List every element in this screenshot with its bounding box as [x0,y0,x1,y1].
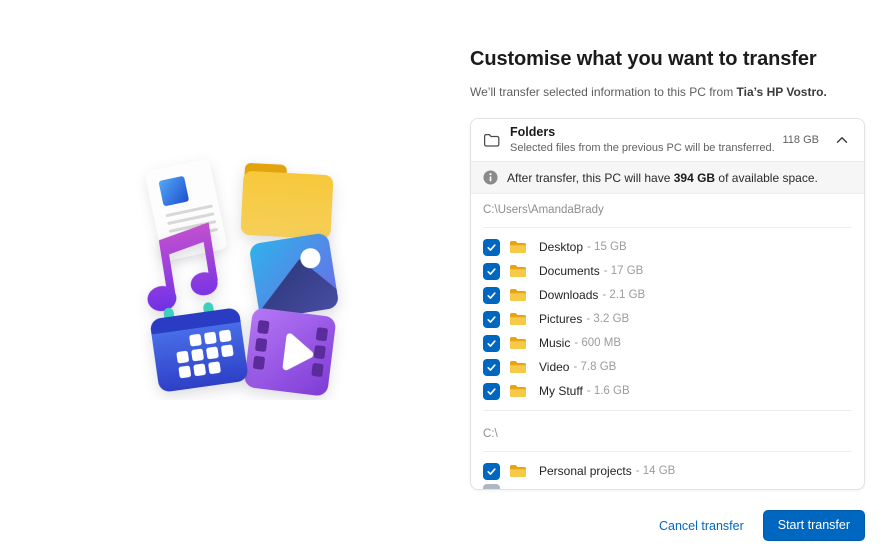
path-label: C:\Users\AmandaBrady [483,204,604,216]
folders-panel: Folders Selected files from the previous… [470,118,865,490]
folder-size: - 14 GB [635,465,676,477]
clipped-checkbox [483,484,500,489]
folder-item-row[interactable]: Video - 7.8 GB [483,355,852,379]
category-size: 118 GB [782,134,820,146]
chevron-up-icon[interactable] [836,136,848,144]
folder-name: Pictures [539,312,583,326]
folder-checkbox[interactable] [483,462,500,480]
page-title: Customise what you want to transfer [470,48,817,70]
folder-name: Personal projects [539,464,632,478]
folder-checkbox[interactable] [483,382,500,400]
folder-item-row[interactable]: Music - 600 MB [483,331,852,355]
calendar-icon [149,302,248,392]
folder-checkbox[interactable] [483,310,500,328]
transfer-illustration [145,159,340,396]
folder-item-row[interactable]: My Stuff - 1.6 GB [483,379,852,403]
folder-size: - 2.1 GB [602,289,646,301]
folder-icon [509,464,527,478]
category-text: Folders Selected files from the previous… [510,125,775,155]
subtitle-text: We’ll transfer selected information to t… [470,85,737,99]
folder-name: Music [539,336,571,350]
transfer-settings-column: Customise what you want to transfer We’l… [470,0,865,541]
category-description: Selected files from the previous PC will… [510,142,775,154]
folder-checkbox[interactable] [483,286,500,304]
folder-icon [509,240,527,254]
folders-panel-body: C:\Users\AmandaBrady Desktop - 15 GB Doc… [471,194,864,489]
category-title: Folders [510,125,556,139]
photos-icon [250,233,340,320]
folder-icon [509,288,527,302]
folder-icon [509,264,527,278]
folder-name: My Stuff [539,384,583,398]
video-icon [244,308,336,396]
source-pc-name: Tia’s HP Vostro. [736,85,827,99]
folder-icon [240,163,334,239]
folder-item-row[interactable]: Personal projects - 14 GB [483,459,852,483]
folder-item-row[interactable]: Documents - 17 GB [483,259,852,283]
folder-item-row[interactable]: Downloads - 2.1 GB [483,283,852,307]
folder-icon [509,384,527,398]
start-transfer-button[interactable]: Start transfer [762,510,865,541]
folder-icon [509,336,527,350]
divider [483,451,852,452]
folder-outline-icon [483,133,500,148]
space-notice-text: After transfer, this PC will have 394 GB… [507,170,818,185]
folder-name: Desktop [539,240,584,254]
folder-item-row[interactable]: Pictures - 3.2 GB [483,307,852,331]
divider [483,410,852,411]
transfer-dialog: Customise what you want to transfer We’l… [0,0,887,558]
folder-name: Downloads [539,288,599,302]
folder-size: - 1.6 GB [586,385,630,397]
folders-list: C:\Users\AmandaBrady Desktop - 15 GB Doc… [483,194,852,483]
folder-size: - 17 GB [603,265,644,277]
music-note-icon [147,222,218,312]
divider [483,227,852,228]
folder-name: Documents [539,264,600,278]
space-notice: After transfer, this PC will have 394 GB… [471,161,864,194]
folder-name: Video [539,360,570,374]
folder-size: - 7.8 GB [573,361,617,373]
folder-checkbox[interactable] [483,334,500,352]
folder-checkbox[interactable] [483,262,500,280]
folder-size: - 600 MB [574,337,622,349]
clipped-next-item [483,484,852,489]
folder-checkbox[interactable] [483,358,500,376]
folder-icon [509,360,527,374]
cancel-transfer-button[interactable]: Cancel transfer [659,519,744,533]
info-icon [483,170,498,185]
path-label: C:\ [483,428,498,440]
folder-size: - 3.2 GB [586,313,630,325]
page-subtitle: We’ll transfer selected information to t… [470,85,865,99]
available-space-value: 394 GB [673,170,716,185]
folder-size: - 15 GB [587,241,627,253]
folder-item-row[interactable]: Desktop - 15 GB [483,235,852,259]
folders-category-header[interactable]: Folders Selected files from the previous… [471,119,864,161]
folder-checkbox[interactable] [483,238,500,256]
folder-icon [509,312,527,326]
footer-actions: Cancel transfer Start transfer [470,510,865,541]
